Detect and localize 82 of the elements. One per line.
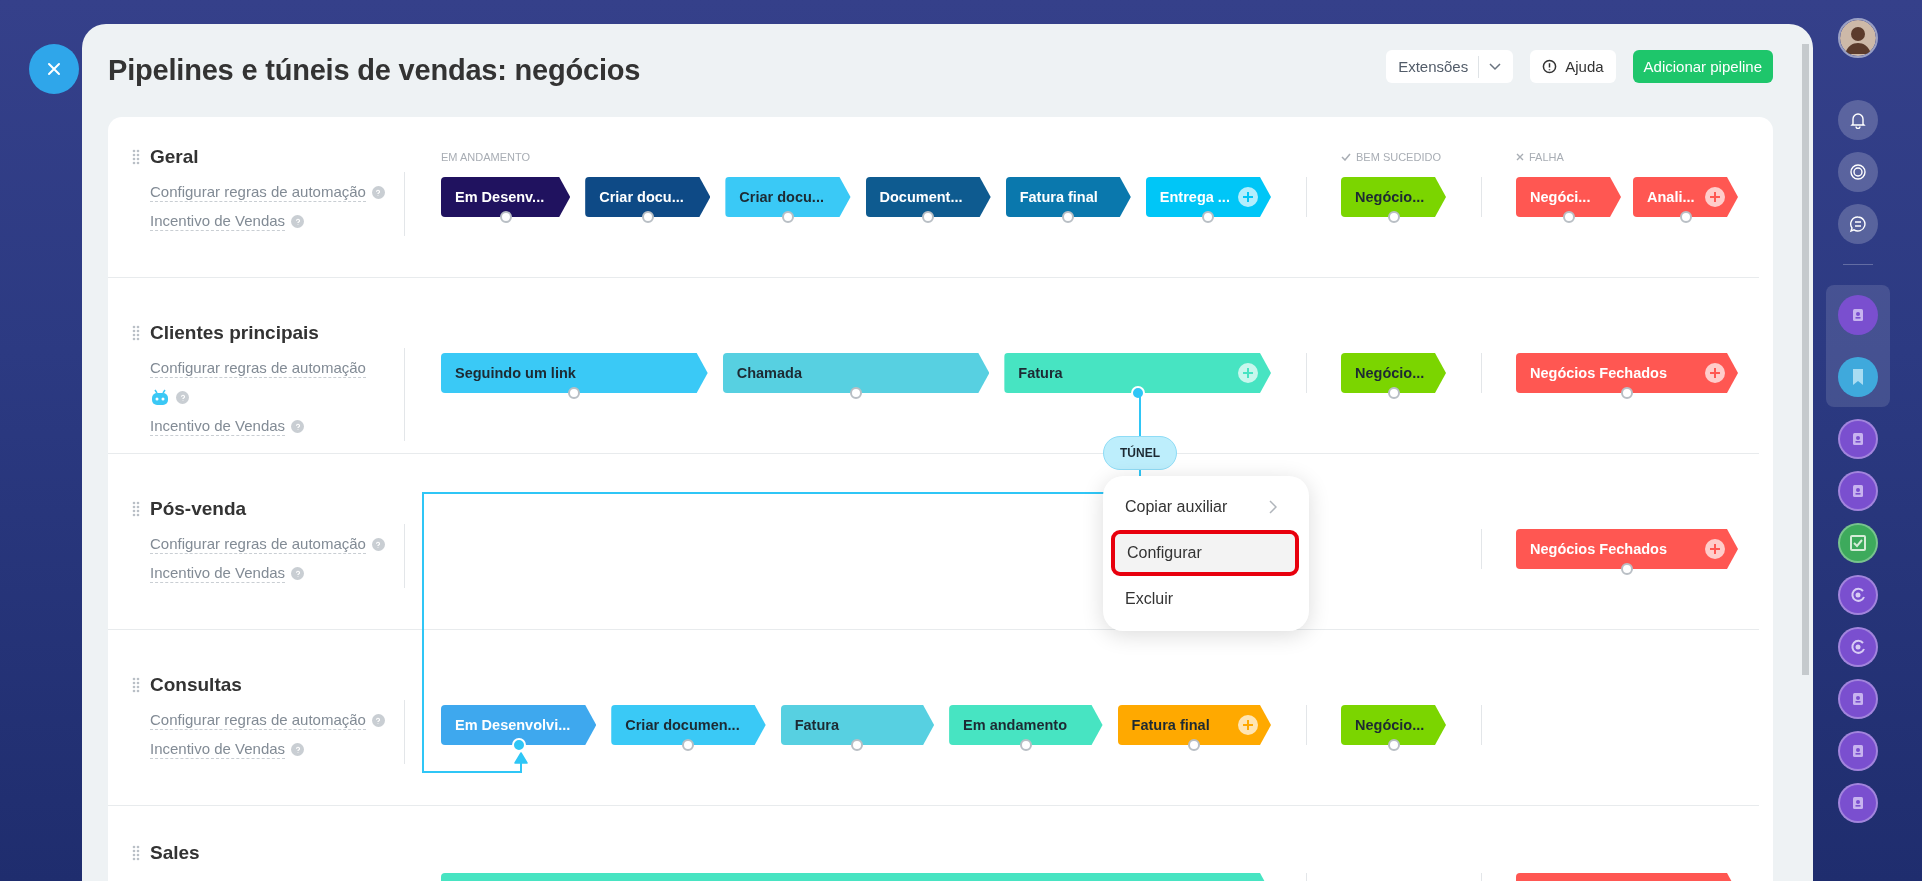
plus-icon [1709, 367, 1721, 379]
plus-icon [1242, 719, 1254, 731]
automation-rules-link[interactable]: Configurar regras de automação [150, 359, 366, 378]
close-icon [46, 61, 62, 77]
automation-rules-link[interactable]: Configurar regras de automação [150, 711, 366, 730]
help-icon[interactable] [176, 391, 189, 404]
pipeline-stage[interactable]: Fatura final [1117, 705, 1271, 745]
add-stage-button[interactable] [1238, 715, 1258, 735]
pipeline-stage[interactable]: Negócio... [1341, 353, 1446, 393]
pipeline-stage[interactable]: Fatura final [1005, 177, 1131, 217]
menu-item[interactable]: Configurar [1111, 530, 1299, 576]
sales-incentive-link[interactable]: Incentivo de Vendas [150, 212, 286, 231]
bookmark-icon[interactable] [1838, 357, 1878, 397]
add-stage-button[interactable] [1238, 187, 1258, 207]
contact-book-icon[interactable] [1838, 783, 1878, 823]
pipeline-stage[interactable]: Chamada [722, 353, 990, 393]
page-title: Pipelines e túneis de vendas: negócios [108, 54, 641, 87]
menu-item[interactable]: Excluir [1103, 576, 1309, 622]
drag-handle-icon[interactable] [132, 845, 140, 861]
column-header: EM ANDAMENTO [441, 151, 531, 163]
notifications-icon[interactable] [1838, 100, 1878, 140]
pipeline-stage[interactable]: Criar docu... [725, 177, 851, 217]
contact-book-icon[interactable] [1838, 679, 1878, 719]
contact-book-icon[interactable] [1838, 731, 1878, 771]
add-stage-button[interactable] [1705, 187, 1725, 207]
drag-handle-icon[interactable] [132, 149, 140, 165]
plus-icon [1242, 367, 1254, 379]
user-avatar[interactable] [1838, 18, 1878, 58]
pipeline-stage[interactable]: Em Desenv... [441, 177, 571, 217]
close-button[interactable] [29, 44, 79, 94]
add-stage-button[interactable] [1238, 363, 1258, 383]
help-icon[interactable] [371, 538, 385, 551]
drag-handle-icon[interactable] [132, 677, 140, 693]
pipeline-stage[interactable]: Criar documen... [611, 705, 766, 745]
contact-book-icon[interactable] [1838, 471, 1878, 511]
checkbox-icon[interactable] [1838, 523, 1878, 563]
pipeline-name: Clientes principais [150, 322, 319, 344]
drag-handle-icon[interactable] [132, 501, 140, 517]
sales-incentive-link[interactable]: Incentivo de Vendas [150, 417, 286, 436]
sales-incentive-link[interactable]: Incentivo de Vendas [150, 564, 286, 583]
help-icon[interactable] [371, 186, 385, 199]
pipeline-stage[interactable]: Criar docu... [585, 177, 711, 217]
add-stage-button[interactable] [1705, 363, 1725, 383]
chat-icon[interactable] [1838, 204, 1878, 244]
menu-item[interactable]: Copiar auxiliar [1103, 484, 1309, 530]
pipeline-name: Geral [150, 146, 199, 168]
plus-icon [1242, 191, 1254, 203]
help-icon[interactable] [291, 215, 305, 228]
pipeline-stage[interactable]: Fatura [780, 705, 935, 745]
check-icon [1341, 153, 1351, 161]
sales-incentive-link[interactable]: Incentivo de Vendas [150, 740, 286, 759]
help-icon[interactable] [371, 714, 385, 727]
help-icon[interactable] [291, 567, 305, 580]
plus-icon [1709, 543, 1721, 555]
help-icon[interactable] [291, 420, 305, 433]
help-icon[interactable] [291, 743, 305, 756]
automation-rules-link[interactable]: Configurar regras de automação [150, 535, 366, 554]
pipeline-stage[interactable]: Fatura [1004, 353, 1271, 393]
automation-rules-link[interactable]: Configurar regras de automação [150, 183, 366, 202]
column-header: BEM SUCEDIDO [1356, 151, 1441, 163]
help-button[interactable]: Ajuda [1530, 50, 1616, 83]
chevron-down-icon [1489, 62, 1502, 71]
plus-icon [1709, 191, 1721, 203]
info-icon [1542, 59, 1558, 74]
scrollbar[interactable] [1802, 44, 1809, 675]
column-header: FALHA [1529, 151, 1564, 163]
pipeline-stage[interactable]: Seguindo um link [441, 353, 708, 393]
pipeline-name: Consultas [150, 674, 242, 696]
pipeline-name: Sales [150, 842, 200, 864]
cross-icon [1516, 153, 1524, 161]
contact-book-icon[interactable] [1838, 419, 1878, 459]
drag-handle-icon[interactable] [132, 325, 140, 341]
pipeline-name: Pós-venda [150, 498, 247, 520]
pipeline-stage[interactable]: Negócio... [1341, 177, 1446, 217]
tunnel-badge[interactable]: TÚNEL [1103, 436, 1177, 470]
extensions-dropdown[interactable]: Extensões [1386, 50, 1514, 83]
pipeline-stage[interactable]: Negócio... [1341, 705, 1446, 745]
pipeline-stage[interactable]: Em andamento [949, 705, 1103, 745]
robot-icon [150, 388, 170, 407]
add-stage-button[interactable] [1705, 539, 1725, 559]
contact-book-icon[interactable] [1838, 295, 1878, 335]
pipeline-stage[interactable]: Document... [865, 177, 991, 217]
